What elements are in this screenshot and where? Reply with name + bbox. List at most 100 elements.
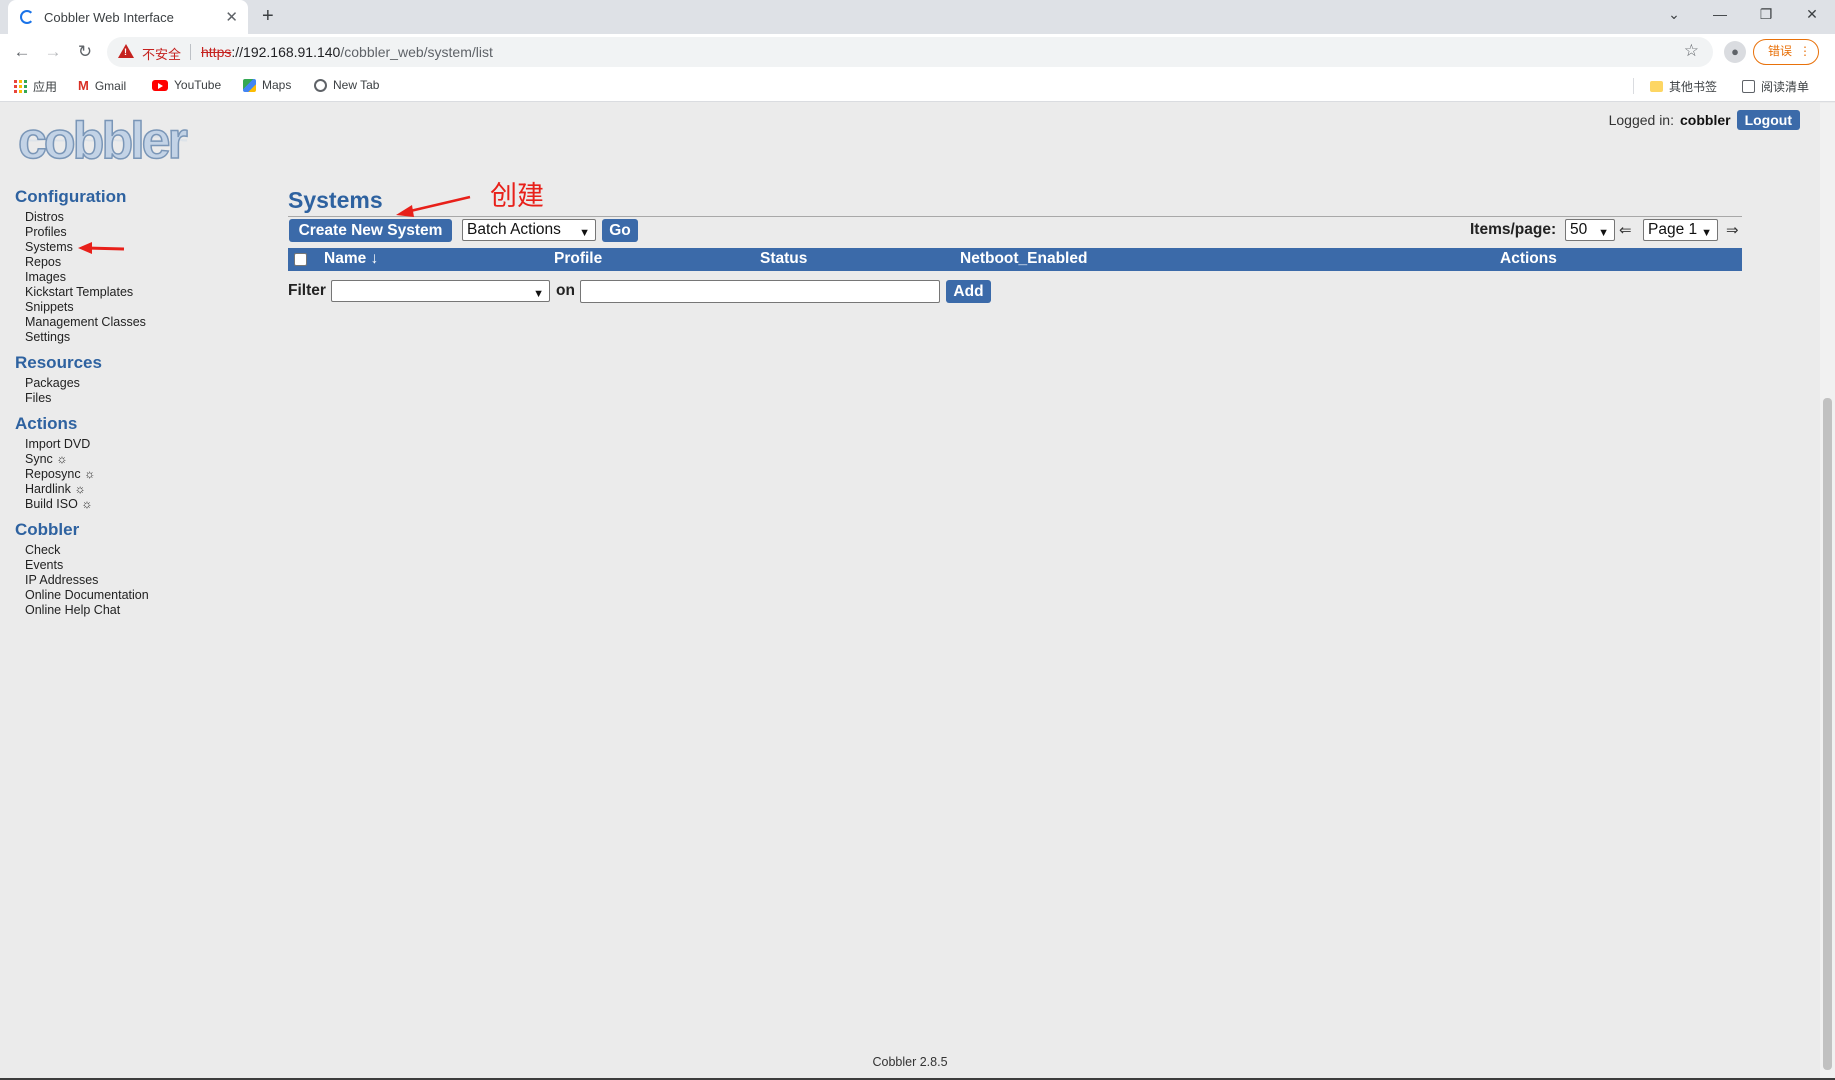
- bookmark-reading-label: 阅读清单: [1761, 80, 1810, 94]
- next-page-icon[interactable]: ⇒: [1726, 221, 1739, 239]
- systems-table-header: Name ↓ Profile Status Netboot_Enabled Ac…: [288, 248, 1742, 271]
- items-per-page-value: 50: [1570, 221, 1588, 238]
- browser-toolbar: ← → ↻ 不安全 https://192.168.91.140/cobbler…: [0, 34, 1835, 70]
- bookmark-star-icon[interactable]: ☆: [1684, 41, 1699, 61]
- sidebar-item-distros[interactable]: Distros: [15, 210, 215, 225]
- bookmark-youtube-label: YouTube: [174, 78, 222, 92]
- filter-field-select[interactable]: ▼: [331, 280, 550, 302]
- bookmark-maps-label: Maps: [262, 78, 292, 92]
- reload-icon[interactable]: ↻: [73, 40, 97, 64]
- bookmark-other[interactable]: 其他书签: [1650, 78, 1717, 95]
- loading-spinner-icon: [20, 10, 34, 24]
- window-controls: ⌄ — ❐ ✕: [1651, 0, 1835, 28]
- sidebar-item-snippets[interactable]: Snippets: [15, 300, 215, 315]
- browser-tab[interactable]: Cobbler Web Interface ✕: [8, 0, 248, 34]
- items-per-page-select[interactable]: 50 ▼: [1565, 219, 1615, 241]
- sidebar-item-images[interactable]: Images: [15, 270, 215, 285]
- filter-on-label: on: [556, 282, 575, 299]
- batch-actions-select[interactable]: Batch Actions ▼: [462, 219, 596, 241]
- bookmark-newtab-label: New Tab: [333, 78, 380, 92]
- close-window-icon[interactable]: ✕: [1789, 0, 1835, 28]
- annotation-arrow-title: [396, 195, 471, 217]
- sidebar-item-ip-addresses[interactable]: IP Addresses: [15, 573, 215, 588]
- sidebar-item-import-dvd[interactable]: Import DVD: [15, 437, 215, 452]
- new-tab-button[interactable]: +: [262, 5, 274, 28]
- warning-icon: [118, 44, 134, 58]
- forward-icon[interactable]: →: [41, 40, 65, 64]
- sidebar-item-management-classes[interactable]: Management Classes: [15, 315, 215, 330]
- annotation-arrow-systems: [78, 242, 125, 254]
- bookmark-apps[interactable]: 应用: [14, 78, 57, 95]
- tab-search-icon[interactable]: ⌄: [1651, 0, 1697, 28]
- sidebar-item-sync[interactable]: Sync ☼: [15, 452, 215, 467]
- minimize-icon[interactable]: —: [1697, 0, 1743, 28]
- bookmark-gmail[interactable]: M Gmail: [78, 78, 126, 93]
- sidebar-item-hardlink[interactable]: Hardlink ☼: [15, 482, 215, 497]
- sidebar-item-build-iso[interactable]: Build ISO ☼: [15, 497, 215, 512]
- sidebar-heading-cobbler: Cobbler: [15, 520, 80, 539]
- scrollbar-thumb[interactable]: [1823, 398, 1832, 1070]
- security-label[interactable]: 不安全: [142, 44, 181, 63]
- address-bar[interactable]: 不安全 https://192.168.91.140/cobbler_web/s…: [107, 37, 1713, 67]
- logged-in-label: Logged in:: [1608, 112, 1674, 128]
- add-filter-button[interactable]: Add: [946, 280, 991, 303]
- sidebar-item-profiles[interactable]: Profiles: [15, 225, 215, 240]
- profile-avatar-icon[interactable]: ●: [1724, 41, 1746, 63]
- bookmark-newtab[interactable]: New Tab: [314, 78, 379, 92]
- bookmark-other-label: 其他书签: [1669, 80, 1718, 94]
- column-header-actions: Actions: [1500, 250, 1557, 267]
- restore-icon[interactable]: ❐: [1743, 0, 1789, 28]
- sidebar-item-kickstart-templates[interactable]: Kickstart Templates: [15, 285, 215, 300]
- batch-actions-value: Batch Actions: [467, 221, 561, 238]
- chevron-down-icon: ▼: [533, 288, 544, 300]
- sidebar-item-packages[interactable]: Packages: [15, 376, 215, 391]
- bookmark-youtube[interactable]: YouTube: [152, 78, 221, 92]
- sidebar-item-online-documentation[interactable]: Online Documentation: [15, 588, 215, 603]
- page-select[interactable]: Page 1 ▼: [1643, 219, 1718, 241]
- login-info: Logged in: cobbler Logout: [1609, 110, 1800, 130]
- bookmark-gmail-label: Gmail: [94, 78, 127, 93]
- sidebar-item-events[interactable]: Events: [15, 558, 215, 573]
- browser-tabstrip: Cobbler Web Interface ✕ + ⌄ — ❐ ✕: [0, 0, 1835, 34]
- sidebar-item-online-help-chat[interactable]: Online Help Chat: [15, 603, 215, 618]
- tab-title: Cobbler Web Interface: [44, 10, 174, 25]
- cobbler-logo[interactable]: cobbler: [17, 112, 188, 170]
- bookmarks-divider: [1633, 78, 1634, 94]
- create-new-system-button[interactable]: Create New System: [289, 219, 452, 242]
- column-header-profile: Profile: [554, 250, 603, 267]
- bookmark-apps-label: 应用: [33, 80, 58, 94]
- prev-page-icon[interactable]: ⇐: [1619, 221, 1632, 239]
- maps-icon: [243, 78, 256, 92]
- items-per-page-label: Items/page:: [1470, 221, 1557, 238]
- url-scheme: https: [201, 44, 232, 60]
- bookmark-reading-list[interactable]: 阅读清单: [1742, 78, 1809, 95]
- sidebar-heading-resources: Resources: [15, 353, 102, 372]
- go-button[interactable]: Go: [602, 219, 638, 242]
- sidebar-heading-actions: Actions: [15, 414, 78, 433]
- annotation-text: 创建: [490, 181, 544, 212]
- url-path: /cobbler_web/system/list: [340, 44, 493, 60]
- sidebar-item-check[interactable]: Check: [15, 543, 215, 558]
- sidebar-heading-configuration: Configuration: [15, 187, 127, 206]
- sidebar-item-reposync[interactable]: Reposync ☼: [15, 467, 215, 482]
- page-title: Systems: [288, 187, 383, 213]
- error-button[interactable]: 错误 ⋮: [1753, 39, 1819, 65]
- folder-icon: [1650, 81, 1663, 92]
- column-header-netboot-enabled: Netboot_Enabled: [960, 250, 1088, 267]
- back-icon[interactable]: ←: [10, 40, 34, 64]
- tab-close-icon[interactable]: ✕: [225, 8, 238, 26]
- omnibox-divider: [190, 44, 191, 60]
- sidebar-item-repos[interactable]: Repos: [15, 255, 215, 270]
- bookmarks-bar: 应用 M Gmail YouTube Maps New Tab 其他书签 阅读清…: [0, 70, 1835, 102]
- chevron-down-icon: ▼: [1701, 227, 1712, 239]
- footer-version: Cobbler 2.8.5: [872, 1055, 948, 1069]
- url-text[interactable]: https://192.168.91.140/cobbler_web/syste…: [201, 44, 493, 60]
- bookmark-maps[interactable]: Maps: [243, 78, 291, 92]
- select-all-checkbox[interactable]: [294, 253, 307, 266]
- column-header-name[interactable]: Name ↓: [324, 250, 378, 268]
- sidebar-item-files[interactable]: Files: [15, 391, 215, 406]
- logout-button[interactable]: Logout: [1736, 110, 1800, 130]
- page-scrollbar[interactable]: [1820, 103, 1835, 1080]
- filter-value-input[interactable]: [580, 280, 940, 303]
- sidebar-item-settings[interactable]: Settings: [15, 330, 215, 345]
